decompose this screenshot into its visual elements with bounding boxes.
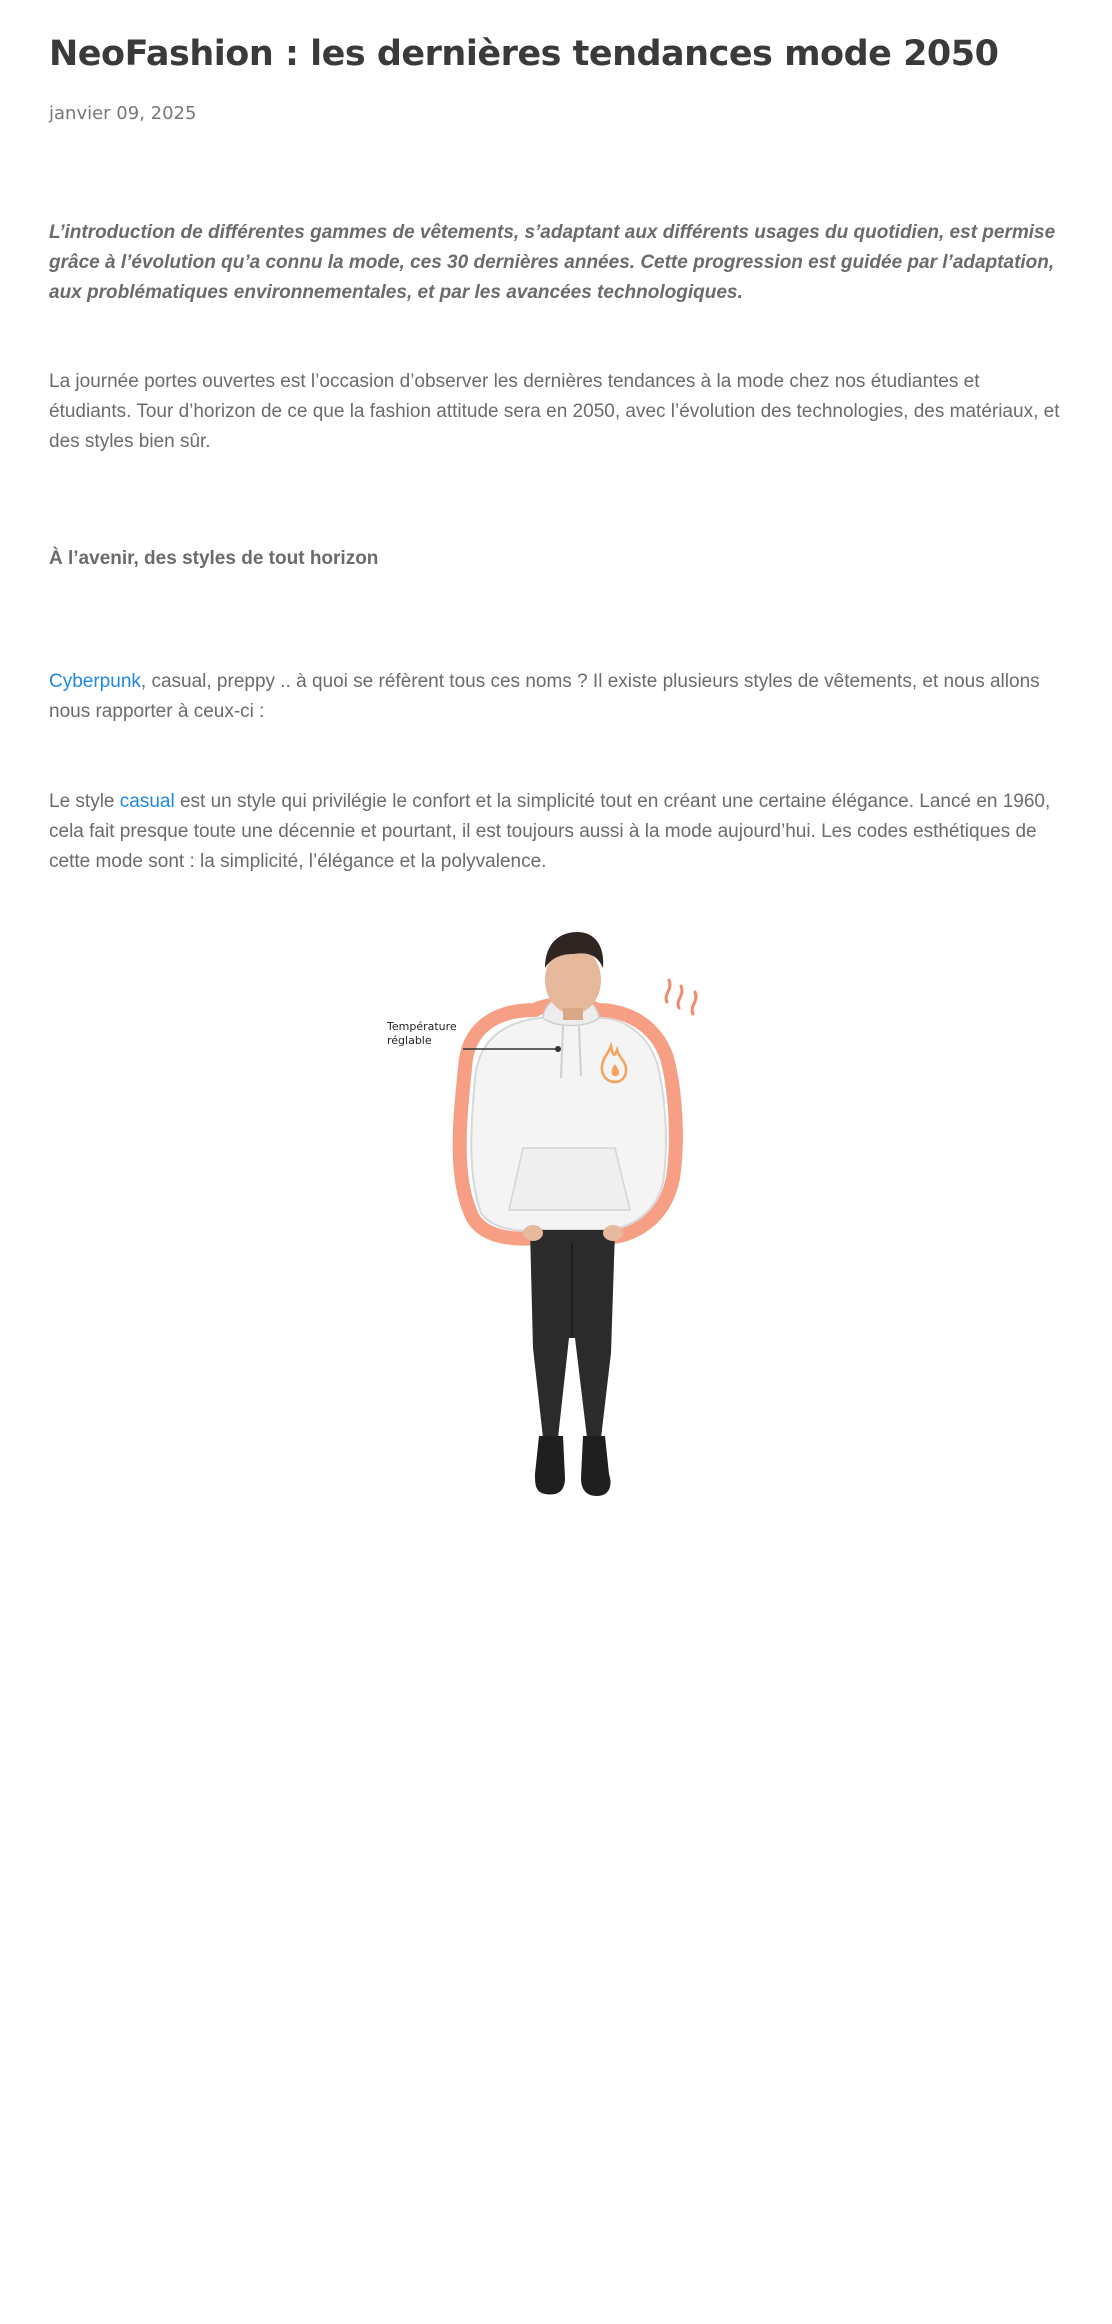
page-title: NeoFashion : les dernières tendances mod… (49, 34, 999, 74)
cyberpunk-link[interactable]: Cyberpunk (49, 671, 141, 692)
paragraph-open-day: La journée portes ouvertes est l’occasio… (49, 371, 1060, 452)
heat-waves-icon (664, 978, 698, 1016)
left-boot (535, 1436, 565, 1495)
paragraph-styles-text: , casual, preppy .. à quoi se réfèrent t… (49, 671, 1040, 722)
temperature-callout: Température réglable (387, 1020, 457, 1048)
intro-paragraph: L’introduction de différentes gammes de … (49, 222, 1056, 303)
hoodie-illustration: Température réglable (375, 918, 725, 1528)
right-boot (581, 1436, 611, 1496)
paragraph-casual: Le style casual est un style qui privilé… (49, 787, 1064, 877)
callout-dot (555, 1046, 561, 1052)
callout-line1: Température (387, 1020, 457, 1033)
hoodie-pocket (508, 1147, 631, 1211)
casual-link[interactable]: casual (120, 791, 175, 812)
callout-line2: réglable (387, 1034, 432, 1047)
paragraph-casual-text: est un style qui privilégie le confort e… (49, 791, 1051, 872)
person-figure (452, 932, 698, 1496)
paragraph-casual-prefix: Le style (49, 791, 120, 812)
section-heading: À l’avenir, des styles de tout horizon (49, 548, 379, 569)
post-date: janvier 09, 2025 (49, 103, 197, 124)
paragraph-styles: Cyberpunk, casual, preppy .. à quoi se r… (49, 667, 1064, 727)
